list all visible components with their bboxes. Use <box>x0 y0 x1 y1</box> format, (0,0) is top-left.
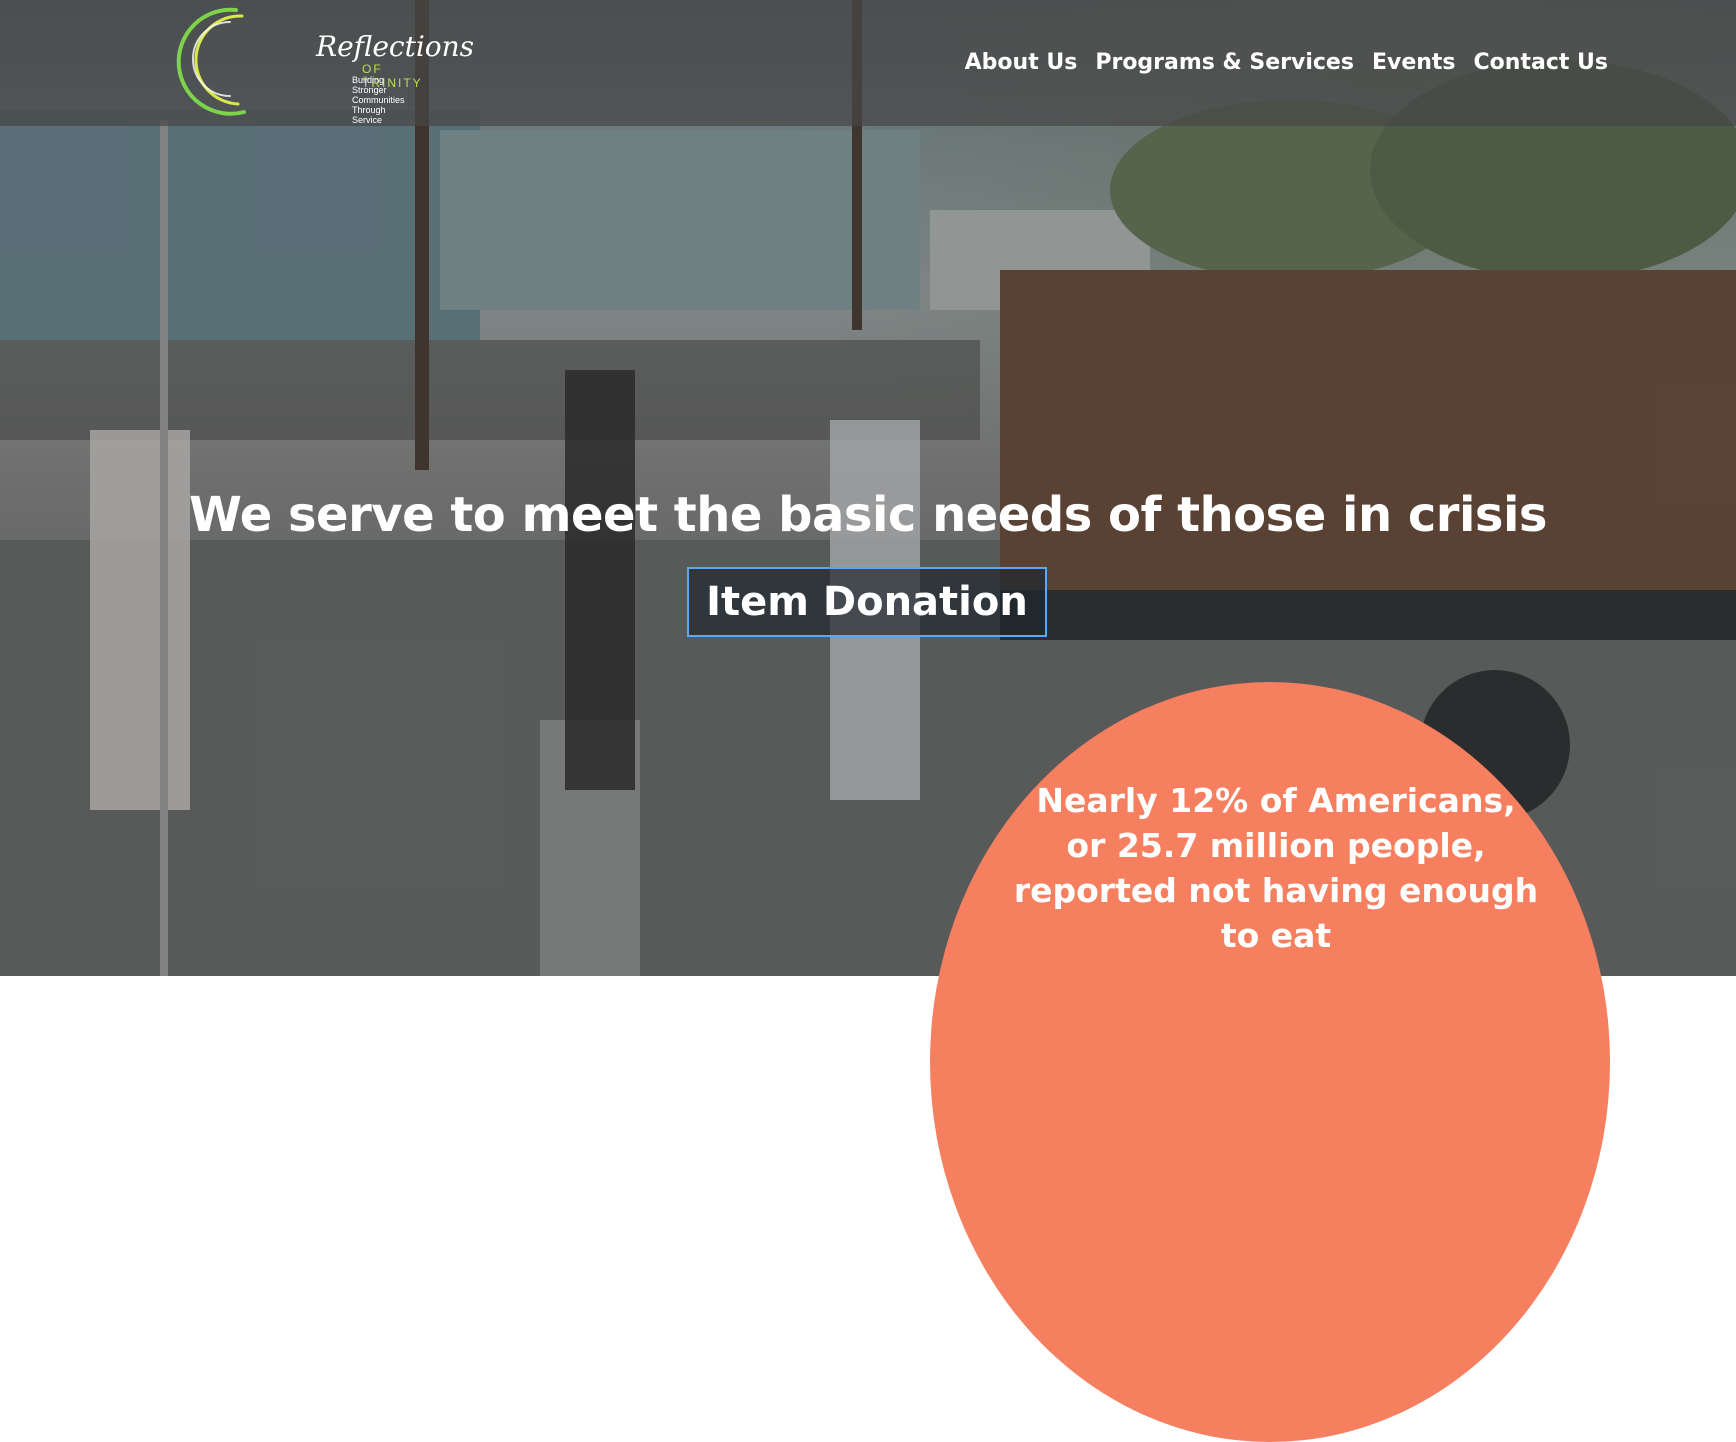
logo-title: Reflections <box>316 30 475 63</box>
stat-text: Nearly 12% of Americans, or 25.7 million… <box>966 778 1586 958</box>
nav-programs-services[interactable]: Programs & Services <box>1095 50 1354 75</box>
nav-contact-us[interactable]: Contact Us <box>1474 50 1608 75</box>
stat-line: reported not having enough <box>1013 871 1539 910</box>
nav-events[interactable]: Events <box>1372 50 1456 75</box>
site-logo[interactable]: Reflections OF TRINITY Building Stronger… <box>126 0 474 125</box>
hero-headline: We serve to meet the basic needs of thos… <box>188 487 1548 544</box>
stat-line: to eat <box>1220 916 1332 955</box>
nav-about-us[interactable]: About Us <box>965 50 1078 75</box>
item-donation-button[interactable]: Item Donation <box>687 567 1047 637</box>
logo-tagline: Building Stronger Communities Through Se… <box>352 75 405 125</box>
stat-line: Nearly 12% of Americans, <box>1036 781 1516 820</box>
top-navbar: Reflections OF TRINITY Building Stronger… <box>0 0 1736 126</box>
main-nav: About Us Programs & Services Events Cont… <box>965 50 1608 75</box>
stat-line: or 25.7 million people, <box>1066 826 1486 865</box>
